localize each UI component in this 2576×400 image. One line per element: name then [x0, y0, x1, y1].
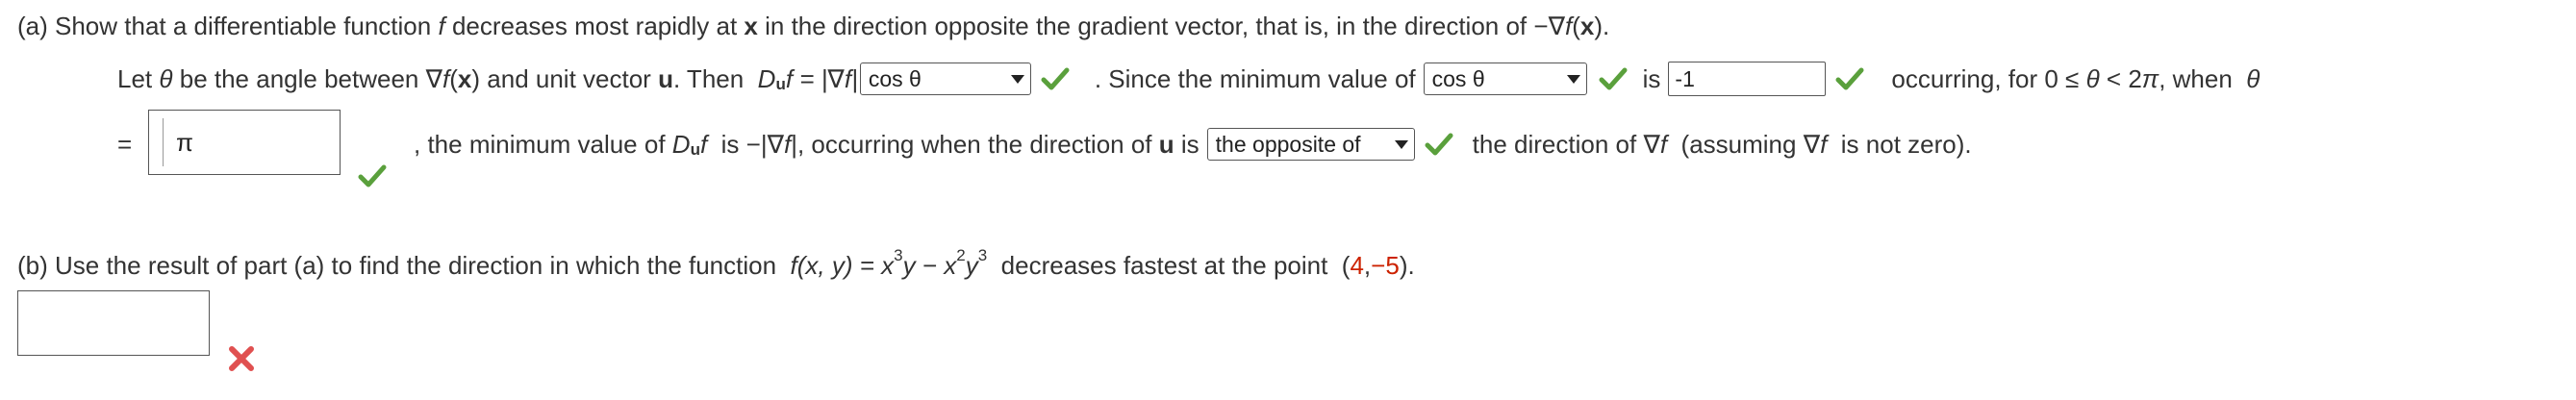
paren-open-2: (	[449, 63, 458, 93]
min-value-input-value: -1	[1675, 65, 1695, 91]
check-icon	[1041, 67, 1070, 90]
assuming-text: (assuming ∇	[1680, 129, 1821, 159]
chevron-down-icon	[1566, 74, 1580, 84]
function-f: f	[438, 12, 445, 40]
paren-open: (	[1572, 12, 1580, 40]
function-term-2: y	[965, 250, 978, 280]
angle-text: be the angle between ∇	[179, 63, 443, 93]
less-than-2: < 2	[2106, 63, 2142, 93]
check-icon	[1599, 67, 1628, 90]
since-text: . Since the minimum value of	[1094, 63, 1416, 93]
directional-derivative-D-2: D	[671, 129, 691, 159]
min-is-text: is −|∇	[720, 129, 784, 159]
theta-answer-input[interactable]: π	[148, 110, 341, 175]
theta-answer-input-value: π	[176, 127, 193, 157]
select-direction-value: the opposite of	[1215, 131, 1361, 157]
when-text: , when	[2159, 63, 2233, 93]
function-f-2: f	[699, 129, 708, 159]
let-text: Let	[117, 63, 153, 93]
part-a-line3-text: , the minimum value of Duf is −|∇ f |, occ…	[414, 125, 1972, 163]
part-a-statement: (a) Show that a differentiable function …	[17, 12, 1609, 41]
grad-magnitude: f|	[844, 63, 858, 93]
pi-symbol: π	[2141, 63, 2159, 93]
theta-symbol-2: θ	[2085, 63, 2100, 93]
directional-derivative-D: D	[757, 63, 776, 93]
function-f-b: f	[790, 250, 797, 280]
point-x: 4	[1350, 250, 1364, 280]
input-divider	[163, 118, 164, 166]
function-args: (x, y) = x	[796, 250, 895, 280]
check-icon	[1425, 133, 1453, 156]
direction-text: the direction of ∇	[1472, 129, 1660, 159]
unit-vector-text: ) and unit vector	[471, 63, 651, 93]
directional-derivative-sub-2: u	[690, 140, 700, 159]
point-y: −5	[1371, 250, 1400, 280]
theta-symbol: θ	[159, 63, 173, 93]
part-a-intro2: decreases most rapidly at	[451, 12, 738, 40]
vector-x3: x	[457, 63, 472, 93]
part-a-intro-end: ).	[1594, 12, 1610, 40]
select-trig-1[interactable]: cos θ	[859, 62, 1031, 95]
occurring-text: occurring, for 0 ≤	[1891, 63, 2080, 93]
part-a-intro3: in the direction opposite the gradient v…	[765, 12, 1565, 40]
directional-derivative-sub: u	[775, 75, 786, 93]
select-direction[interactable]: the opposite of	[1206, 128, 1415, 161]
function-f-5: f	[1820, 129, 1828, 159]
then-text: . Then	[672, 63, 745, 93]
grad-f-2: f	[442, 63, 450, 93]
vector-x: x	[744, 12, 758, 40]
min-value-text: , the minimum value of	[414, 129, 666, 159]
function-f-4: f	[1659, 129, 1668, 159]
part-a-line2: Let θ be the angle between ∇ f(x) and uni…	[117, 60, 2260, 98]
equals-sign: =	[117, 129, 133, 159]
is-text-2: is	[1180, 129, 1200, 159]
occurring-direction-text: |, occurring when the direction of	[791, 129, 1152, 159]
select-trig-1-value: cos θ	[868, 65, 922, 91]
point-paren-close: ).	[1399, 250, 1415, 280]
grad-f: f	[1564, 12, 1573, 40]
theta-symbol-3: θ	[2246, 63, 2260, 93]
part-b-text: (b) Use the result of part (a) to find t…	[17, 250, 777, 280]
point-comma: ,	[1363, 250, 1372, 280]
chevron-down-icon	[1394, 139, 1408, 149]
exponent-1: 3	[894, 246, 903, 264]
direction-answer-input[interactable]	[17, 290, 210, 356]
chevron-down-icon	[1010, 74, 1024, 84]
function-f-3: f	[784, 129, 792, 159]
point-paren-open: (	[1341, 250, 1351, 280]
vector-u: u	[658, 63, 673, 93]
part-a-line3: =	[117, 125, 132, 163]
part-a-intro: (a) Show that a differentiable function	[17, 12, 432, 40]
vector-u-2: u	[1158, 129, 1174, 159]
vector-x2: x	[1579, 12, 1595, 40]
select-trig-2[interactable]: cos θ	[1423, 62, 1587, 95]
min-value-input[interactable]: -1	[1668, 62, 1827, 96]
select-trig-2-value: cos θ	[1431, 65, 1485, 91]
assuming-end-text: is not zero).	[1840, 129, 1972, 159]
decreases-text: decreases fastest at the point	[1000, 250, 1328, 280]
exponent-2: 2	[956, 246, 966, 264]
part-b-statement: (b) Use the result of part (a) to find t…	[17, 246, 1415, 285]
function-term: y − x	[902, 250, 957, 280]
exponent-3: 3	[977, 246, 988, 264]
x-mark-icon	[229, 346, 254, 371]
is-text: is	[1642, 63, 1661, 93]
check-icon	[1835, 67, 1864, 90]
check-icon	[358, 164, 387, 188]
D-f-eq: f = |∇	[785, 63, 845, 93]
